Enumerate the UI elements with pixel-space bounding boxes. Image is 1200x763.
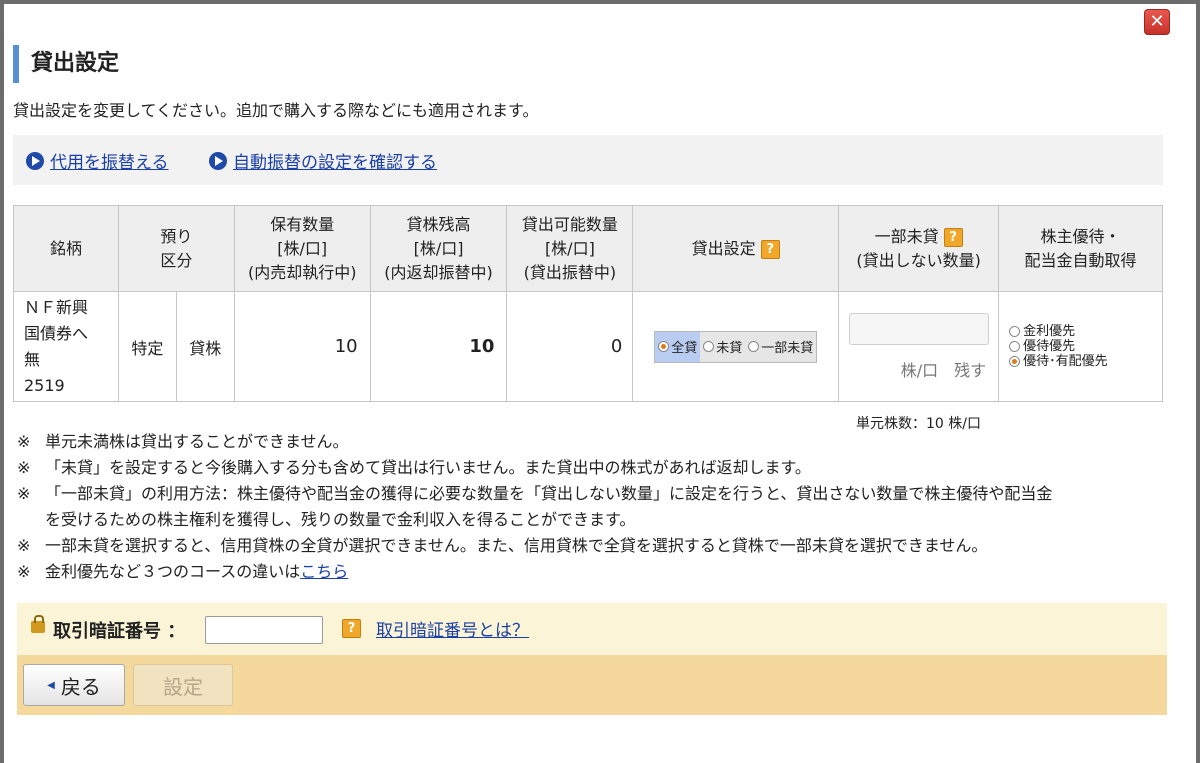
option-partial-lend[interactable]: 一部未貸 (745, 332, 816, 362)
holding-cell: 10 (233, 291, 371, 402)
col-stock: 銘柄 (13, 205, 119, 292)
note-item: ※ 一部未貸を選択すると、信用貸株の全貸が選択できません。また、信用貸株で全貸を選… (17, 536, 988, 555)
notes-list: ※ 単元未満株は貸出することができません。 ※ 「未貸」を設定すると今後購入する分も… (17, 429, 1052, 585)
option-benefit-dividend-priority[interactable]: 優待･有配優先 (1009, 354, 1162, 369)
arrow-left-icon: ◀ (47, 679, 55, 691)
lending-cell: 10 (369, 291, 508, 402)
pin-help-link[interactable]: 取引暗証番号とは？ (376, 616, 529, 641)
option-interest-priority[interactable]: 金利優先 (1009, 324, 1162, 339)
close-icon: ✕ (1149, 11, 1165, 32)
link-label: 代用を振替える (50, 153, 169, 173)
option-benefit-priority[interactable]: 優待優先 (1009, 339, 1162, 354)
option-full-lend[interactable]: 全貸 (655, 331, 701, 362)
table-header-row: 銘柄 預り 区分 保有数量 [株/口] (内売却執行中) 貸株残高 [株/口] (内返却振… (13, 205, 1163, 292)
note-item: ※ 単元未満株は貸出することができません。 (17, 432, 349, 451)
option-no-lend[interactable]: 未貸 (700, 332, 745, 362)
col-deposit-type: 預り 区分 (117, 205, 235, 292)
link-bar: 代用を振替える 自動振替の設定を確認する (13, 135, 1163, 185)
radio-icon (658, 341, 670, 352)
page-description: 貸出設定を変更してください。追加で購入する際などにも適用されます。 (13, 101, 539, 120)
pin-input[interactable] (205, 616, 323, 644)
close-button[interactable]: ✕ (1144, 9, 1170, 35)
holdings-table: 銘柄 預り 区分 保有数量 [株/口] (内売却執行中) 貸株残高 [株/口] (内返却振… (13, 205, 1163, 402)
help-icon[interactable]: ? (943, 227, 963, 247)
radio-icon (1009, 356, 1021, 367)
set-button[interactable]: 設定 (133, 664, 233, 706)
stock-name-cell: ＮＦ新興 国債券へ 無 2519 (13, 291, 119, 402)
setting-cell: 全貸 未貸 一部未貸 (632, 291, 840, 402)
category-cell: 貸株 (175, 291, 235, 402)
lending-mode-selector: 全貸 未貸 一部未貸 (654, 330, 818, 363)
page-title: 貸出設定 (13, 45, 119, 83)
note-item: を受けるための株主権利を獲得し、残りの数量で金利収入を得ることができます。 (45, 510, 636, 529)
benefit-cell: 金利優先 優待優先 優待･有配優先 (998, 291, 1163, 402)
help-icon[interactable]: ? (760, 239, 780, 259)
pin-bar: 取引暗証番号 ： ? 取引暗証番号とは？ (17, 603, 1167, 655)
play-circle-icon (209, 151, 227, 170)
radio-icon (748, 341, 760, 352)
col-lending: 貸株残高 [株/口] (内返却振替中) (369, 205, 508, 292)
col-holding: 保有数量 [株/口] (内売却執行中) (233, 205, 371, 292)
link-label: 自動振替の設定を確認する (233, 153, 437, 173)
table-row: ＮＦ新興 国債券へ 無 2519 特定 貸株 10 10 0 全貸 未貸 一部未… (13, 291, 1163, 402)
radio-icon (1009, 326, 1021, 337)
action-bar: ◀ 戻る 設定 (17, 655, 1167, 715)
note-item: ※ 「一部未貸」の利用方法：株主優待や配当金の獲得に必要な数量を「貸出しない数量」… (17, 484, 1053, 503)
help-icon[interactable]: ? (342, 619, 361, 638)
radio-icon (1009, 341, 1021, 352)
radio-icon (703, 341, 715, 352)
benefit-options: 金利優先 優待優先 優待･有配優先 (1009, 324, 1162, 369)
col-partial: 一部未貸 ? (貸出しない数量) (838, 205, 1000, 292)
lock-icon (31, 615, 45, 633)
col-benefit: 株主優待・ 配当金自動取得 (998, 205, 1163, 292)
account-type-cell: 特定 (117, 291, 177, 402)
substitute-transfer-link[interactable]: 代用を振替える (26, 148, 169, 173)
available-cell: 0 (506, 291, 634, 402)
partial-quantity-input[interactable] (849, 312, 990, 345)
auto-transfer-settings-link[interactable]: 自動振替の設定を確認する (209, 148, 437, 173)
partial-cell: 株/口 残す (838, 291, 1000, 402)
lending-settings-dialog: ✕ 貸出設定 貸出設定を変更してください。追加で購入する際などにも適用されます。… (4, 4, 1196, 763)
pin-label: 取引暗証番号 ： (53, 621, 186, 642)
col-setting: 貸出設定 ? (632, 205, 840, 292)
play-circle-icon (26, 151, 44, 170)
note-item: ※ 「未貸」を設定すると今後購入する分も含めて貸出は行いません。また貸出中の株式が… (17, 458, 811, 477)
note-item: ※ 金利優先など３つのコースの違いは こちら (17, 559, 1052, 585)
back-button[interactable]: ◀ 戻る (23, 664, 125, 706)
partial-unit-label: 株/口 残す (900, 360, 987, 380)
course-difference-link[interactable]: こちら (300, 559, 348, 585)
col-available: 貸出可能数量 [株/口] (貸出振替中) (506, 205, 634, 292)
